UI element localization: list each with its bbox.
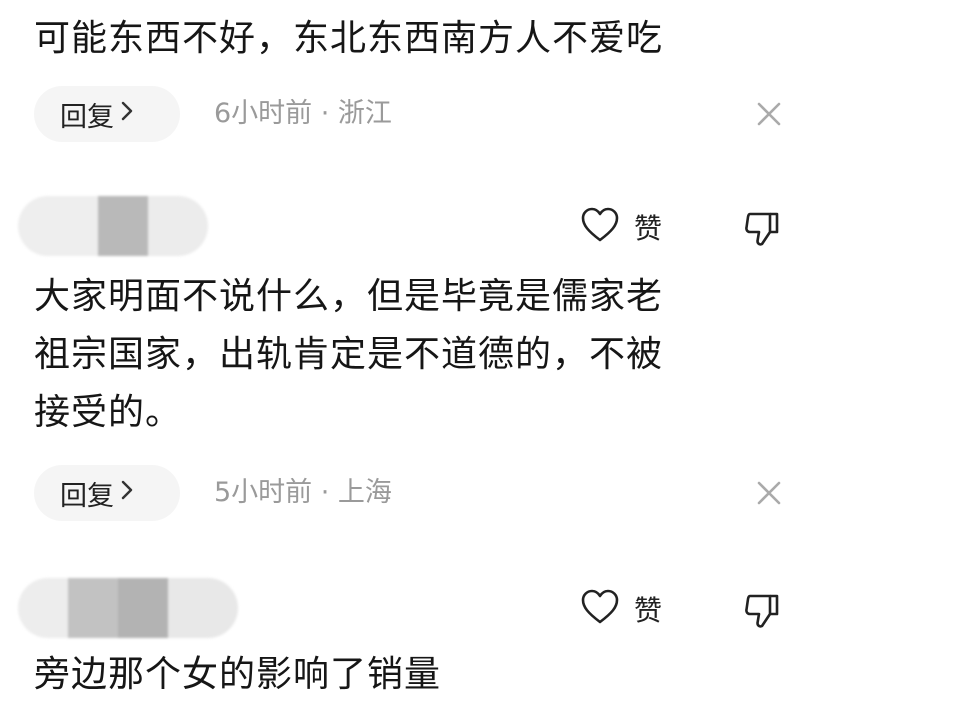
heart-icon (580, 588, 620, 630)
chevron-right-icon (120, 478, 134, 508)
reply-button[interactable]: 回复 (34, 465, 180, 521)
chevron-right-icon (120, 99, 134, 129)
avatar[interactable] (18, 578, 238, 638)
comment-text: 旁边那个女的影响了销量 (34, 654, 442, 695)
comment-text: 可能东西不好，东北东西南方人不爱吃 (34, 18, 664, 59)
close-icon[interactable] (752, 97, 786, 131)
reply-button[interactable]: 回复 (34, 86, 180, 142)
like-label: 赞 (634, 212, 663, 245)
reply-label: 回复 (60, 480, 114, 512)
close-icon[interactable] (752, 476, 786, 510)
heart-icon (580, 206, 620, 248)
like-button[interactable]: 赞 (580, 206, 662, 248)
like-label: 赞 (634, 594, 663, 627)
like-button[interactable]: 赞 (580, 588, 662, 630)
avatar[interactable] (18, 196, 208, 256)
reply-label: 回复 (60, 101, 114, 133)
comment-text: 大家明面不说什么，但是毕竟是儒家老 祖宗国家，出轨肯定是不道德的，不被 接受的。 (34, 276, 664, 433)
comment-feed: 可能东西不好，东北东西南方人不爱吃 回复 6小时前 · 浙江 赞 大家明面不说什… (0, 0, 960, 720)
comment-meta: 5小时前 · 上海 (214, 477, 392, 508)
thumbs-down-icon[interactable] (742, 590, 782, 630)
thumbs-down-icon[interactable] (742, 208, 782, 248)
comment-meta: 6小时前 · 浙江 (214, 98, 392, 129)
